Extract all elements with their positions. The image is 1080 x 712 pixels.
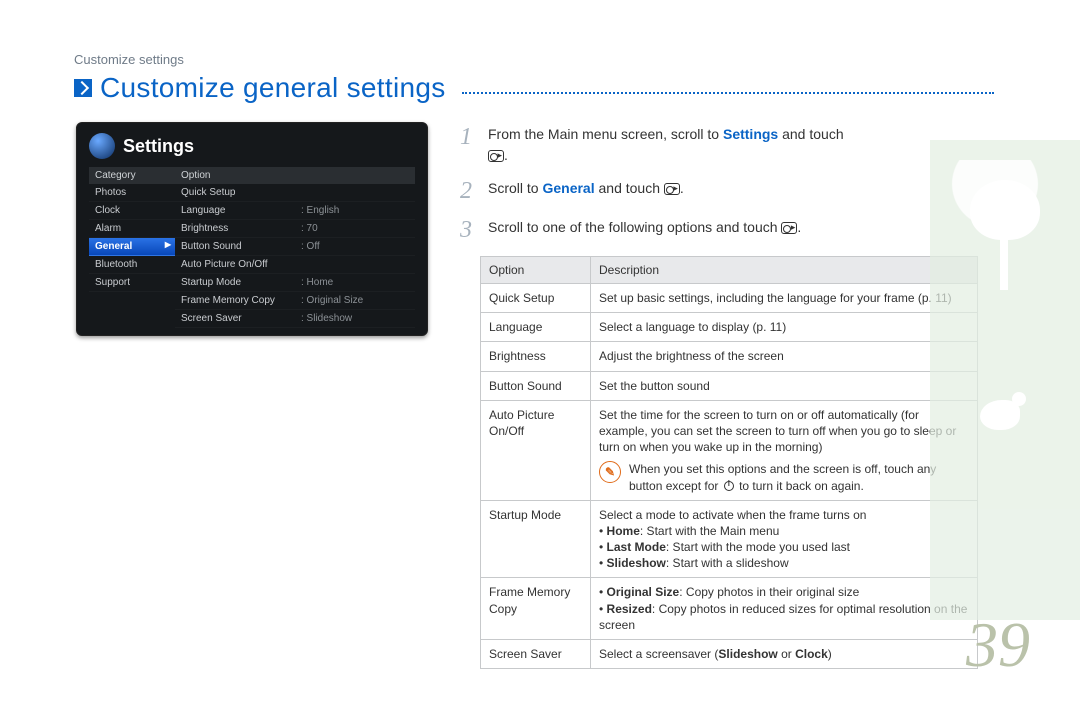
gear-icon <box>89 133 115 159</box>
step-number: 1 <box>460 124 478 151</box>
category-column: Category Photos Clock Alarm General Blue… <box>89 167 175 328</box>
table-row: Frame Memory Copy Original Size: Copy ph… <box>481 578 978 640</box>
category-item: Clock <box>89 202 175 220</box>
term-general: General <box>542 180 594 196</box>
step-1: 1 From the Main menu screen, scroll to S… <box>460 124 980 166</box>
device-settings-screen: Settings Category Photos Clock Alarm Gen… <box>76 122 428 336</box>
screen-title: Settings <box>123 136 194 157</box>
option-row: Auto Picture On/Off <box>175 256 415 274</box>
option-row: Startup Mode: Home <box>175 274 415 292</box>
step-3: 3 Scroll to one of the following options… <box>460 217 980 244</box>
table-row: Auto Picture On/Off Set the time for the… <box>481 400 978 500</box>
table-row: Brightness Adjust the brightness of the … <box>481 342 978 371</box>
category-item-selected: General <box>89 238 175 256</box>
category-header: Category <box>89 167 175 184</box>
note-icon: ✎ <box>599 461 621 483</box>
option-header: Option <box>175 167 415 184</box>
option-row: Language: English <box>175 202 415 220</box>
table-row: Button Sound Set the button sound <box>481 371 978 400</box>
option-row: Brightness: 70 <box>175 220 415 238</box>
category-item: Alarm <box>89 220 175 238</box>
option-row: Quick Setup <box>175 184 415 202</box>
table-row: Quick Setup Set up basic settings, inclu… <box>481 284 978 313</box>
page-title: Customize general settings <box>100 72 446 104</box>
chevron-right-icon <box>74 79 92 97</box>
step-number: 3 <box>460 217 478 244</box>
divider-dots <box>462 92 994 94</box>
page-number: 39 <box>966 608 1030 682</box>
option-row: Frame Memory Copy: Original Size <box>175 292 415 310</box>
option-row: Button Sound: Off <box>175 238 415 256</box>
duck-icon <box>980 400 1020 430</box>
enter-icon <box>781 222 797 234</box>
tree-icon <box>960 180 1050 290</box>
category-item: Bluetooth <box>89 256 175 274</box>
step-number: 2 <box>460 178 478 205</box>
title-row: Customize general settings <box>74 72 994 104</box>
table-row: Startup Mode Select a mode to activate w… <box>481 500 978 578</box>
decorative-background <box>930 140 1080 620</box>
enter-icon <box>664 183 680 195</box>
table-row: Language Select a language to display (p… <box>481 313 978 342</box>
option-row: Screen Saver: Slideshow <box>175 310 415 328</box>
col-option: Option <box>481 257 591 284</box>
steps-list: 1 From the Main menu screen, scroll to S… <box>460 124 980 256</box>
power-icon <box>724 481 734 491</box>
category-item: Support <box>89 274 175 292</box>
category-item: Photos <box>89 184 175 202</box>
enter-icon <box>488 150 504 162</box>
term-settings: Settings <box>723 126 778 142</box>
options-table: Option Description Quick Setup Set up ba… <box>480 256 978 669</box>
breadcrumb: Customize settings <box>74 52 184 67</box>
col-description: Description <box>591 257 978 284</box>
option-column: Option Quick Setup Language: English Bri… <box>175 167 415 328</box>
table-row: Screen Saver Select a screensaver (Slide… <box>481 640 978 669</box>
step-2: 2 Scroll to General and touch . <box>460 178 980 205</box>
